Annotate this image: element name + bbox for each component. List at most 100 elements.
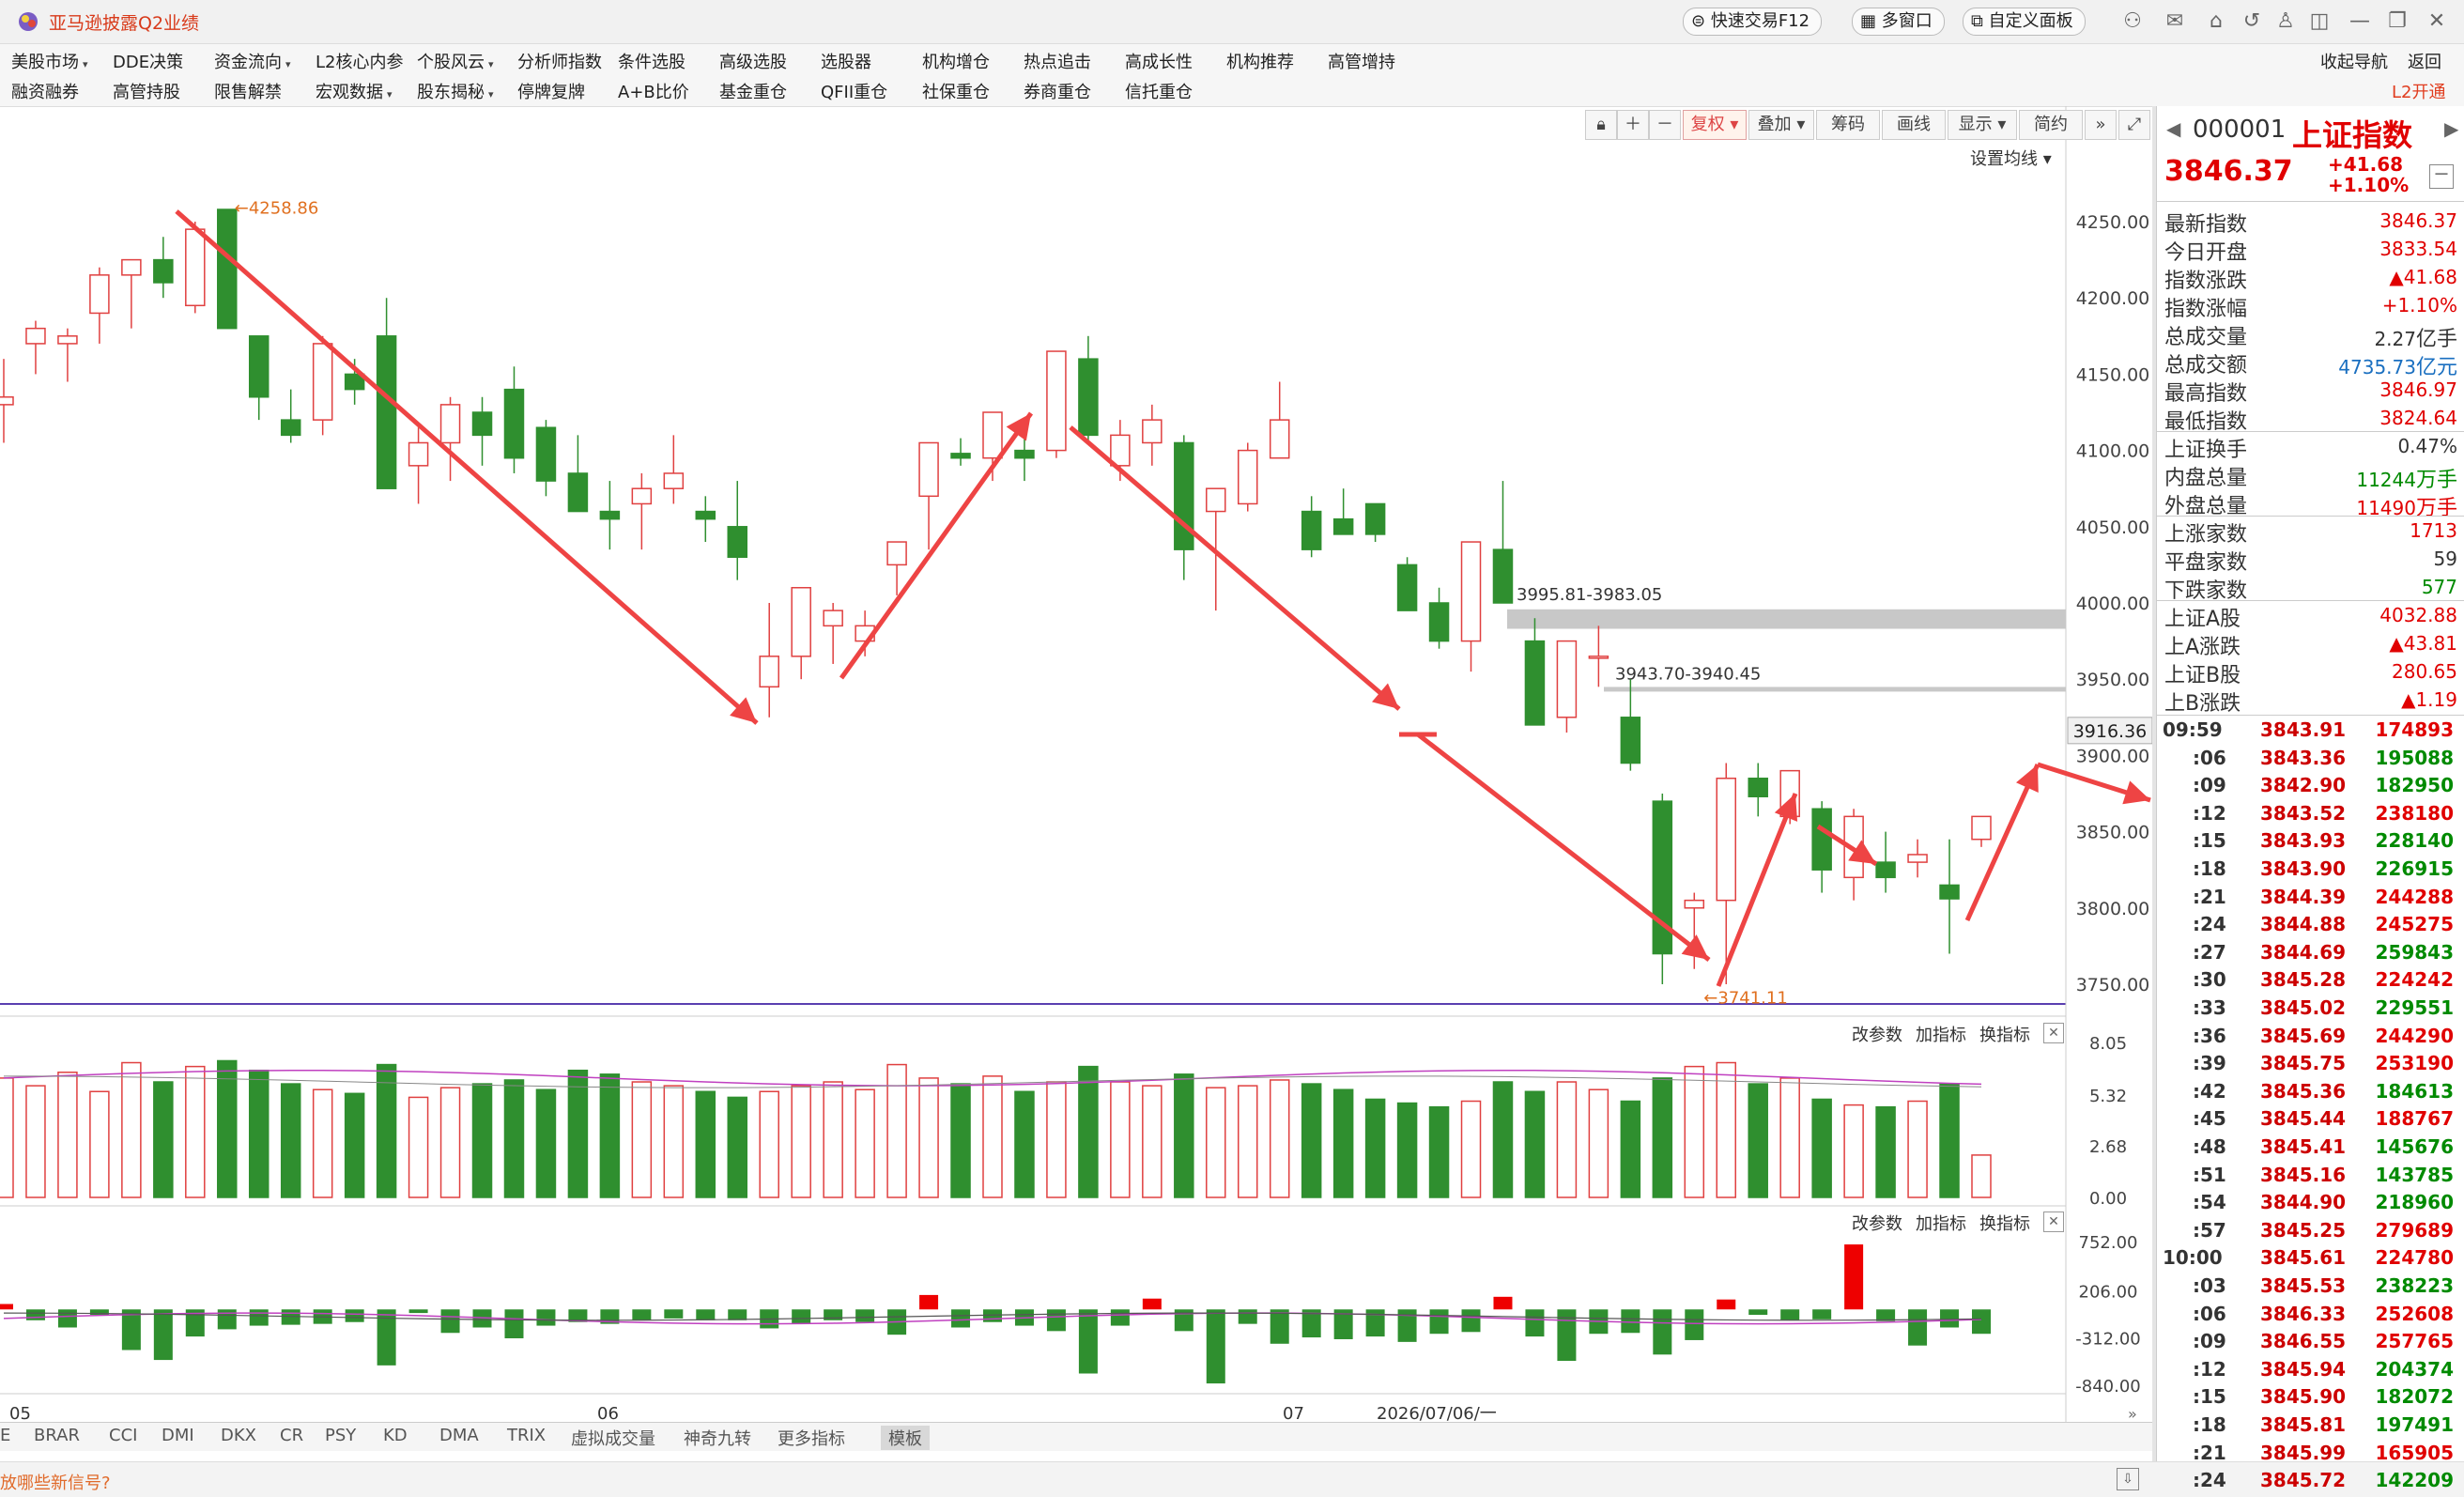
menu-item-r1-8[interactable]: 选股器 <box>821 49 871 73</box>
menu-item-r1-0[interactable]: 美股市场 ▾ <box>11 49 88 73</box>
simple-mode-button[interactable]: 简约 <box>2019 110 2083 140</box>
kline-chart-panel[interactable]: 4250.00 4200.00 4150.00 4100.00 4050.00 4000.… <box>0 106 2152 1432</box>
close-icon[interactable]: ✕ <box>2425 9 2449 34</box>
menu-label: 分析师指数 <box>517 53 602 72</box>
volume-bar <box>1492 1081 1514 1198</box>
vol-add-indicator-button[interactable]: 加指标 <box>1916 1022 1966 1046</box>
display-dropdown[interactable]: 显示 ▾ <box>1948 110 2017 140</box>
back-link[interactable]: 返回 <box>2408 49 2441 73</box>
macd-bar <box>345 1309 364 1322</box>
restore-window-icon[interactable]: ❐ <box>2385 9 2410 34</box>
indicator-tab-12[interactable]: 更多指标 <box>778 1426 845 1450</box>
menu-item-r2-0[interactable]: 融资融券 <box>11 79 79 103</box>
skin-icon[interactable]: ♙ <box>2273 9 2298 34</box>
app-title[interactable]: 亚马逊披露Q2业绩 <box>49 9 199 35</box>
tick-price: 3845.75 <box>2260 1052 2347 1075</box>
menu-item-r1-11[interactable]: 高成长性 <box>1125 49 1193 73</box>
indicator-tab-4[interactable]: DKX <box>221 1426 256 1445</box>
macd-close-icon[interactable]: ✕ <box>2043 1211 2064 1232</box>
menu-item-r2-8[interactable]: QFII重仓 <box>821 79 887 103</box>
menu-item-r1-3[interactable]: L2核心内参 <box>316 49 403 73</box>
mail-icon[interactable]: ✉ <box>2163 9 2187 34</box>
macd-bar <box>792 1309 811 1324</box>
overlay-dropdown[interactable]: 叠加 ▾ <box>1748 110 1814 140</box>
quote-row-value-wrap: ▲41.68 <box>2389 266 2457 288</box>
zoom-in-icon[interactable]: ＋ <box>1617 110 1649 140</box>
indicator-tab-10[interactable]: 虚拟成交量 <box>571 1426 655 1450</box>
candle-body <box>886 541 907 566</box>
indicator-tab-13[interactable]: 模板 <box>881 1426 930 1450</box>
minimize-icon[interactable]: — <box>2348 9 2372 34</box>
collapse-icon[interactable]: － <box>2429 164 2454 189</box>
menu-item-r2-11[interactable]: 信托重仓 <box>1125 79 1193 103</box>
more-icon[interactable]: » <box>2085 110 2117 140</box>
menu-item-r1-1[interactable]: DDE决策 <box>113 49 183 73</box>
indicator-tab-5[interactable]: CR <box>280 1426 303 1445</box>
menu-item-r2-5[interactable]: 停牌复牌 <box>517 79 585 103</box>
chips-button[interactable]: 筹码 <box>1816 110 1880 140</box>
indicator-tab-3[interactable]: DMI <box>162 1426 194 1445</box>
next-stock-icon[interactable]: ▶ <box>2444 117 2458 140</box>
menu-item-r2-1[interactable]: 高管持股 <box>113 79 180 103</box>
indicator-tab-11[interactable]: 神奇九转 <box>684 1426 751 1450</box>
status-message[interactable]: 放哪些新信号? <box>0 1470 111 1494</box>
prev-stock-icon[interactable]: ◀ <box>2166 117 2180 140</box>
multi-window-button[interactable]: ▦ 多窗口 <box>1852 8 1945 36</box>
vol-modify-params-button[interactable]: 改参数 <box>1852 1022 1902 1046</box>
macd-bar <box>0 1304 13 1310</box>
menu-item-r1-13[interactable]: 高管增持 <box>1328 49 1395 73</box>
menu-item-r2-10[interactable]: 券商重仓 <box>1024 79 1091 103</box>
menu-item-r2-3[interactable]: 宏观数据 ▾ <box>316 79 393 103</box>
quote-panel: ◀ 000001 上证指数 ▶ 3846.37 +41.68 +1.10% － … <box>2156 106 2464 1491</box>
dock-icon[interactable]: ◫ <box>2307 9 2332 34</box>
home-icon[interactable]: ⌂ <box>2204 9 2228 34</box>
menu-item-r2-9[interactable]: 社保重仓 <box>922 79 990 103</box>
quote-row-value-wrap: 4735.73亿元 <box>2338 350 2457 380</box>
tick-time: :42 <box>2193 1079 2226 1103</box>
menu-item-r1-7[interactable]: 高级选股 <box>719 49 787 73</box>
indicator-tab-6[interactable]: PSY <box>325 1426 356 1445</box>
volume-bar <box>376 1063 397 1198</box>
menu-item-r2-6[interactable]: A+B比价 <box>618 79 689 103</box>
restore-rights-dropdown[interactable]: 复权 ▾ <box>1683 110 1747 140</box>
download-icon[interactable]: ⇩ <box>2117 1468 2139 1490</box>
macd-add-indicator-button[interactable]: 加指标 <box>1916 1211 1966 1235</box>
macd-modify-params-button[interactable]: 改参数 <box>1852 1211 1902 1235</box>
refresh-icon[interactable]: ↺ <box>2240 9 2264 34</box>
indicator-tab-1[interactable]: BRAR <box>34 1426 80 1445</box>
volume-bar <box>471 1083 493 1198</box>
lock-icon[interactable]: 🔒︎ <box>1585 110 1617 140</box>
draw-line-button[interactable]: 画线 <box>1882 110 1946 140</box>
menu-item-r2-4[interactable]: 股东揭秘 ▾ <box>417 79 494 103</box>
tick-time: :33 <box>2193 996 2226 1019</box>
menu-item-r1-4[interactable]: 个股风云 ▾ <box>417 49 494 73</box>
menu-item-r1-9[interactable]: 机构增仓 <box>922 49 990 73</box>
fullscreen-icon[interactable]: ⤢ <box>2118 110 2150 140</box>
ma-setting-dropdown[interactable]: 设置均线 ▾ <box>1970 146 2052 170</box>
menu-item-r1-5[interactable]: 分析师指数 <box>517 49 602 73</box>
scroll-right-icon[interactable]: » <box>2128 1405 2137 1423</box>
user-icon[interactable]: ⚇ <box>2120 9 2145 34</box>
menu-item-r1-12[interactable]: 机构推荐 <box>1226 49 1294 73</box>
macd-bar <box>855 1309 875 1322</box>
vol-close-icon[interactable]: ✕ <box>2043 1023 2064 1043</box>
zoom-out-icon[interactable]: － <box>1649 110 1681 140</box>
macd-bar <box>1812 1309 1832 1320</box>
quick-trade-button[interactable]: ⊜ 快速交易F12 <box>1683 8 1823 36</box>
l2-open-link[interactable]: L2开通 <box>2392 79 2445 103</box>
menu-item-r1-6[interactable]: 条件选股 <box>618 49 685 73</box>
macd-switch-indicator-button[interactable]: 换指标 <box>1979 1211 2030 1235</box>
indicator-tab-2[interactable]: CCI <box>109 1426 137 1445</box>
menu-item-r1-2[interactable]: 资金流向 ▾ <box>214 49 291 73</box>
indicator-tab-9[interactable]: TRIX <box>507 1426 546 1445</box>
menu-item-r2-2[interactable]: 限售解禁 <box>214 79 282 103</box>
indicator-tab-0[interactable]: E <box>0 1426 10 1445</box>
menu-item-r2-7[interactable]: 基金重仓 <box>719 79 787 103</box>
vol-switch-indicator-button[interactable]: 换指标 <box>1979 1022 2030 1046</box>
custom-panel-button[interactable]: ⧉ 自定义面板 <box>1963 8 2086 36</box>
menu-item-r1-10[interactable]: 热点追击 <box>1024 49 1091 73</box>
price-tick-label: 3900.00 <box>2076 746 2150 766</box>
indicator-tab-7[interactable]: KD <box>383 1426 408 1445</box>
collapse-nav-link[interactable]: 收起导航 <box>2320 49 2388 73</box>
indicator-tab-8[interactable]: DMA <box>439 1426 479 1445</box>
